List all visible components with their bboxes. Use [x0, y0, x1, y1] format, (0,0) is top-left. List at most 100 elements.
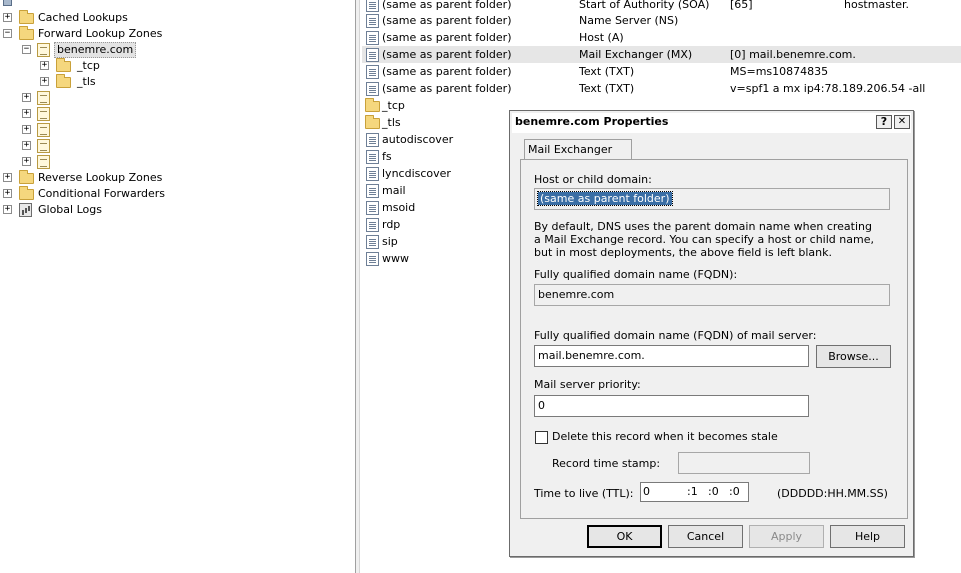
ttl-input[interactable]: 0 :1 :0 :0: [640, 482, 749, 502]
record-icon: [366, 201, 379, 215]
record-row[interactable]: (same as parent folder) Text (TXT) v=spf…: [362, 80, 961, 97]
tree-item-zone[interactable]: +: [0, 138, 60, 154]
record-type: Host (A): [579, 31, 624, 44]
expand-icon[interactable]: +: [22, 109, 31, 118]
dialog-titlebar[interactable]: benemre.com Properties ? ✕: [512, 113, 911, 133]
item-label: fs: [382, 150, 392, 163]
record-icon: [366, 14, 379, 28]
ttl-minutes[interactable]: :0: [708, 485, 719, 498]
tree-item-tcp[interactable]: + _tcp: [0, 58, 300, 74]
stale-label: Delete this record when it becomes stale: [552, 430, 778, 443]
record-type: Name Server (NS): [579, 14, 679, 27]
zone-icon: [37, 123, 50, 137]
record-data: [0] mail.benemre.com.: [730, 48, 856, 61]
tree-label: Reverse Lookup Zones: [38, 171, 163, 184]
item-label: autodiscover: [382, 133, 454, 146]
tree-item-zone[interactable]: +: [0, 90, 60, 106]
folder-icon: [365, 115, 380, 129]
close-icon[interactable]: ✕: [894, 115, 910, 129]
expand-icon[interactable]: +: [22, 93, 31, 102]
priority-label: Mail server priority:: [534, 378, 641, 391]
record-type: Mail Exchanger (MX): [579, 48, 693, 61]
expand-icon[interactable]: +: [3, 205, 12, 214]
record-name: (same as parent folder): [382, 82, 512, 95]
expand-icon[interactable]: +: [40, 61, 49, 70]
ttl-hours[interactable]: :1: [687, 485, 698, 498]
host-value: (same as parent folder): [537, 191, 673, 206]
item-label: _tls: [382, 116, 401, 129]
expand-icon[interactable]: +: [3, 13, 12, 22]
tree-item-tls[interactable]: + _tls: [0, 74, 300, 90]
record-icon: [366, 82, 379, 96]
browse-button[interactable]: Browse...: [816, 345, 891, 368]
tree-item-forward-lookup-zones[interactable]: − Forward Lookup Zones: [0, 26, 300, 42]
ttl-format: (DDDDD:HH.MM.SS): [777, 487, 888, 500]
mail-server-input[interactable]: mail.benemre.com.: [534, 345, 809, 367]
record-row[interactable]: (same as parent folder) Host (A): [362, 29, 961, 46]
zone-icon: [37, 155, 50, 169]
folder-icon: [19, 10, 34, 24]
folder-icon: [365, 98, 380, 112]
record-name: (same as parent folder): [382, 14, 512, 27]
tree-label: Global Logs: [38, 203, 102, 216]
tree-item-conditional-forwarders[interactable]: + Conditional Forwarders: [0, 186, 300, 202]
host-label: Host or child domain:: [534, 173, 652, 186]
record-icon: [366, 184, 379, 198]
folder-icon: [56, 74, 71, 88]
tab-panel: Host or child domain: (same as parent fo…: [520, 159, 908, 519]
stale-checkbox[interactable]: [535, 431, 548, 444]
ttl-seconds[interactable]: :0: [729, 485, 740, 498]
host-field[interactable]: (same as parent folder): [534, 188, 890, 210]
timestamp-field: [678, 452, 810, 474]
tab-mail-exchanger[interactable]: Mail Exchanger (MX): [524, 139, 632, 176]
tree-label: _tcp: [77, 59, 100, 72]
collapse-icon[interactable]: −: [3, 29, 12, 38]
folder-icon: [19, 26, 34, 40]
tree-item-reverse-lookup-zones[interactable]: + Reverse Lookup Zones: [0, 170, 300, 186]
tree-item-zone-benemre[interactable]: − benemre.com: [0, 42, 300, 58]
record-icon: [366, 48, 379, 62]
record-row[interactable]: (same as parent folder) Text (TXT) MS=ms…: [362, 63, 961, 80]
item-label: www: [382, 252, 409, 265]
cancel-button[interactable]: Cancel: [668, 525, 743, 548]
tree-item-cached-lookups[interactable]: + Cached Lookups: [0, 10, 300, 26]
expand-icon[interactable]: +: [3, 173, 12, 182]
expand-icon[interactable]: +: [22, 125, 31, 134]
record-data: v=spf1 a mx ip4:78.189.206.54 -all: [730, 82, 926, 95]
record-icon: [366, 235, 379, 249]
record-row-selected[interactable]: (same as parent folder) Mail Exchanger (…: [362, 46, 961, 63]
tree-label: benemre.com: [54, 42, 137, 58]
expand-icon[interactable]: +: [3, 189, 12, 198]
record-row[interactable]: (same as parent folder) Name Server (NS): [362, 12, 961, 29]
ttl-days[interactable]: 0: [643, 485, 650, 498]
record-data: MS=ms10874835: [730, 65, 829, 78]
server-icon: [3, 0, 12, 6]
record-icon: [366, 167, 379, 181]
zone-icon: [37, 91, 50, 105]
record-icon: [366, 218, 379, 232]
priority-input[interactable]: 0: [534, 395, 809, 417]
help-button[interactable]: Help: [830, 525, 905, 548]
fqdn-field[interactable]: benemre.com: [534, 284, 890, 306]
tree-item-zone[interactable]: +: [0, 106, 60, 122]
record-name: (same as parent folder): [382, 31, 512, 44]
ok-button[interactable]: OK: [587, 525, 662, 548]
apply-button[interactable]: Apply: [749, 525, 824, 548]
tree-item-global-logs[interactable]: + Global Logs: [0, 202, 300, 218]
item-label: msoid: [382, 201, 416, 214]
collapse-icon[interactable]: −: [22, 45, 31, 54]
record-type: Text (TXT): [579, 65, 635, 78]
expand-icon[interactable]: +: [22, 157, 31, 166]
item-label: lyncdiscover: [382, 167, 451, 180]
expand-icon[interactable]: +: [40, 77, 49, 86]
properties-dialog: benemre.com Properties ? ✕ Mail Exchange…: [509, 110, 914, 557]
expand-icon[interactable]: +: [22, 141, 31, 150]
pane-splitter[interactable]: [355, 0, 360, 573]
item-label: _tcp: [382, 99, 405, 112]
tree-item-zone[interactable]: +: [0, 154, 60, 170]
record-name: (same as parent folder): [382, 48, 512, 61]
tree-item-zone[interactable]: +: [0, 122, 60, 138]
help-question-icon[interactable]: ?: [876, 115, 892, 129]
tree-label: Forward Lookup Zones: [38, 27, 163, 40]
fqdn-label: Fully qualified domain name (FQDN):: [534, 268, 738, 281]
